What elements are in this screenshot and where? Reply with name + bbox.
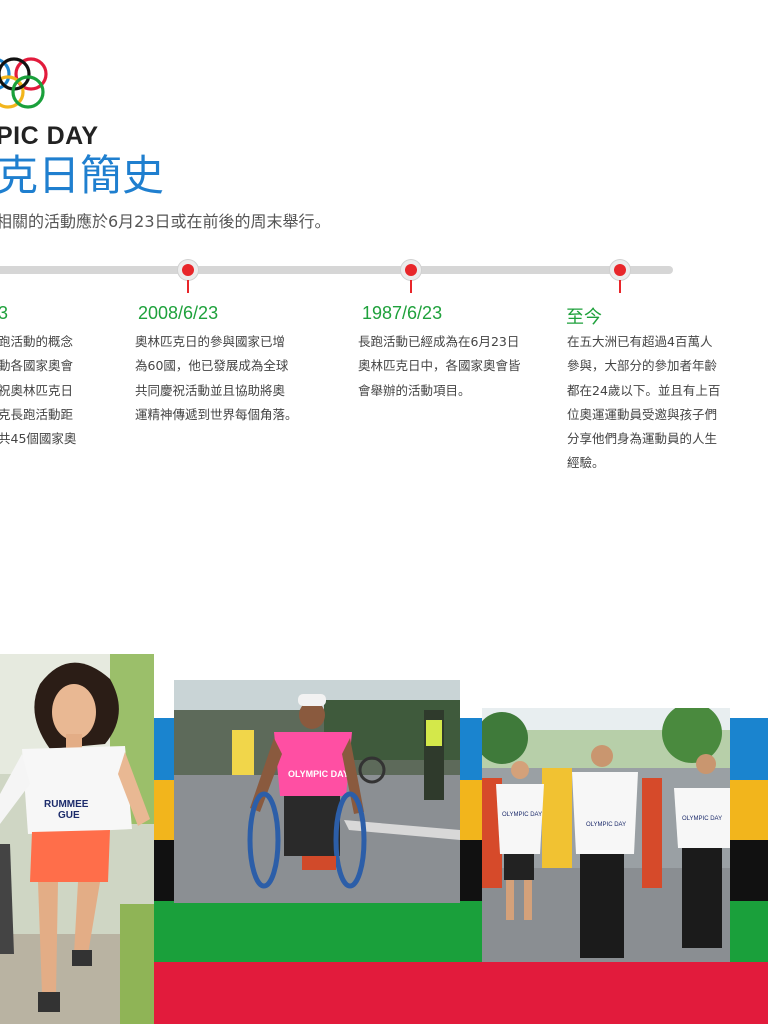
timeline-date-4: 至今 [566,307,602,327]
girl-shirt-text: RUMMEE [44,799,89,810]
timeline-line: 運精神傳遞到世界每個角落。 [135,406,298,422]
girl-shirt-text-2: GUE [58,810,80,821]
timeline-date-2: 2008/6/23 [138,303,219,323]
timeline-line: 參與，大部分的參加者年齡 [567,358,718,374]
timeline-line: 在五大洲已有超過4百萬人 [567,334,713,349]
timeline-pin-3 [610,260,630,293]
timeline-line: 為60國，他已發展成為全球 [135,358,289,374]
timeline-date-3: 1987/6/23 [362,303,443,323]
timeline-line: 經驗。 [567,455,605,471]
runners-shirt-text-2: OLYMPIC DAY [586,822,626,828]
title-english: PIC DAY [0,122,99,150]
timeline-text-4: 在五大洲已有超過4百萬人 參與，大部分的參加者年齡 都在24歲以下。並且有上百 … [567,330,720,476]
runners-shirt-text-1: OLYMPIC DAY [502,812,542,818]
photo-group-runners: OLYMPIC DAY OLYMPIC DAY OLYMPIC DAY [482,708,730,962]
olympic-rings-logo [0,57,48,109]
timeline-line: 奧林匹克日的參與國家已增 [135,334,286,349]
timeline-line: 會舉辦的活動項目。 [358,382,471,398]
timeline-line: 都在24歲以下。並且有上百 [567,382,721,398]
timeline-line: 位奧運運動員受邀與孩子們 [567,406,718,422]
photo-girl-running: RUMMEE GUE [0,654,154,1024]
runners-shirt-text-3: OLYMPIC DAY [682,816,722,822]
title-chinese: 克日簡史 [0,151,165,200]
timeline-line: 共同慶祝活動並且協助將奧 [135,382,286,398]
timeline-pin-1 [178,260,198,293]
timeline-date-1: 3 [0,303,9,323]
timeline-line: 長跑活動已經成為在6月23日 [358,334,520,349]
timeline-line: 分享他們身為運動員的人生 [567,431,718,447]
photo-wheelchair-athlete: OLYMPIC DAY [174,680,460,903]
timeline-line: 克長跑活動距 [0,406,74,422]
timeline-text-2: 奧林匹克日的參與國家已增 為60國，他已發展成為全球 共同慶祝活動並且協助將奧 … [135,330,298,427]
intro-text: 相關的活動應於6月23日或在前後的周末舉行。 [0,212,331,231]
wheelchair-shirt-text: OLYMPIC DAY [288,769,349,779]
timeline-text-1: 跑活動的概念 動各國家奧會 祝奧林匹克日 克長跑活動距 共45個國家奧 [0,330,76,451]
timeline-bar [0,266,673,274]
timeline-text-3: 長跑活動已經成為在6月23日 奧林匹克日中，各國家奧會皆 會舉辦的活動項目。 [358,330,521,403]
timeline-line: 祝奧林匹克日 [0,382,74,398]
stripe-red [154,962,768,1024]
timeline-line: 共45個國家奧 [0,431,77,447]
timeline-line: 跑活動的概念 [0,334,74,349]
timeline-pin-2 [401,260,421,293]
timeline-line: 奧林匹克日中，各國家奧會皆 [358,358,521,374]
timeline-line: 動各國家奧會 [0,358,74,374]
